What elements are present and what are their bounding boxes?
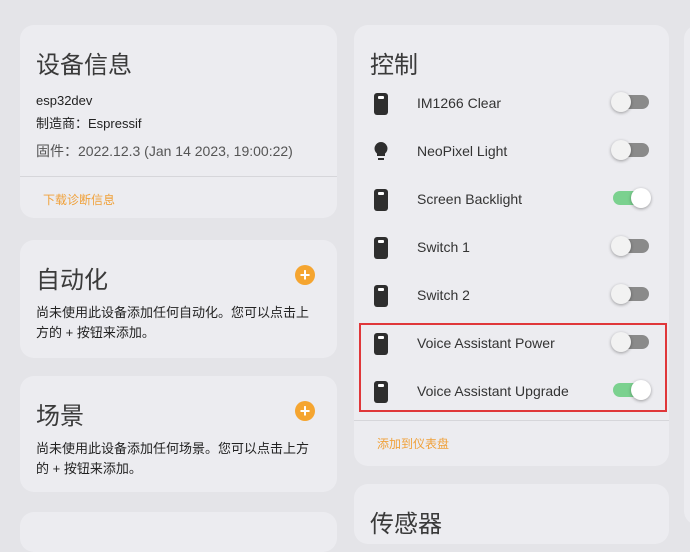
divider bbox=[20, 176, 337, 177]
switch-icon bbox=[374, 237, 388, 259]
highlight-box bbox=[359, 323, 667, 412]
sensors-title: 传感器 bbox=[370, 511, 442, 538]
control-label: Switch 1 bbox=[417, 239, 470, 255]
toggle-switch[interactable] bbox=[613, 188, 651, 208]
scene-empty-text: 尚未使用此设备添加任何场景。您可以点击上方的 + 按钮来添加。 bbox=[36, 441, 310, 476]
switch-icon bbox=[374, 189, 388, 211]
toggle-knob[interactable] bbox=[611, 140, 631, 160]
add-automation-button[interactable]: + bbox=[295, 265, 315, 285]
toggle-switch[interactable] bbox=[611, 92, 649, 112]
control-label: Screen Backlight bbox=[417, 191, 523, 207]
control-row[interactable]: IM1266 Clear bbox=[354, 79, 669, 127]
scene-card: 场景 + 尚未使用此设备添加任何场景。您可以点击上方的 + 按钮来添加。 bbox=[20, 376, 337, 492]
device-model: esp32dev bbox=[36, 93, 93, 108]
control-row[interactable]: Switch 2 bbox=[354, 271, 669, 319]
device-info-title: 设备信息 bbox=[36, 52, 132, 79]
side-card bbox=[684, 25, 690, 525]
control-row[interactable]: NeoPixel Light bbox=[354, 127, 669, 175]
device-info-card: 设备信息 esp32dev 制造商：Espressif 固件：2022.12.3… bbox=[20, 25, 337, 218]
control-label: NeoPixel Light bbox=[417, 143, 508, 159]
automation-empty-text: 尚未使用此设备添加任何自动化。您可以点击上方的 + 按钮来添加。 bbox=[36, 305, 310, 340]
lightbulb-icon bbox=[374, 142, 388, 160]
control-row[interactable]: Screen Backlight bbox=[354, 175, 669, 223]
device-firmware: 固件：2022.12.3 (Jan 14 2023, 19:00:22) bbox=[36, 143, 293, 159]
control-row[interactable]: Switch 1 bbox=[354, 223, 669, 271]
add-to-dashboard-link[interactable]: 添加到仪表盘 bbox=[377, 435, 449, 452]
divider bbox=[354, 420, 669, 421]
toggle-knob[interactable] bbox=[611, 284, 631, 304]
add-scene-button[interactable]: + bbox=[295, 401, 315, 421]
toggle-switch[interactable] bbox=[611, 284, 649, 304]
device-manufacturer: 制造商：Espressif bbox=[36, 116, 142, 131]
automation-title: 自动化 bbox=[36, 267, 108, 294]
toggle-knob[interactable] bbox=[631, 188, 651, 208]
next-card bbox=[20, 512, 337, 552]
toggle-switch[interactable] bbox=[611, 140, 649, 160]
control-label: IM1266 Clear bbox=[417, 95, 502, 111]
scene-title: 场景 bbox=[36, 403, 84, 430]
control-label: Switch 2 bbox=[417, 287, 470, 303]
sensors-card: 传感器 bbox=[354, 484, 669, 544]
automation-card: 自动化 + 尚未使用此设备添加任何自动化。您可以点击上方的 + 按钮来添加。 bbox=[20, 240, 337, 358]
switch-icon bbox=[374, 93, 388, 115]
controls-title: 控制 bbox=[370, 52, 418, 79]
toggle-knob[interactable] bbox=[611, 236, 631, 256]
toggle-switch[interactable] bbox=[611, 236, 649, 256]
toggle-knob[interactable] bbox=[611, 92, 631, 112]
download-diagnostics-link[interactable]: 下载诊断信息 bbox=[43, 191, 115, 208]
switch-icon bbox=[374, 285, 388, 307]
